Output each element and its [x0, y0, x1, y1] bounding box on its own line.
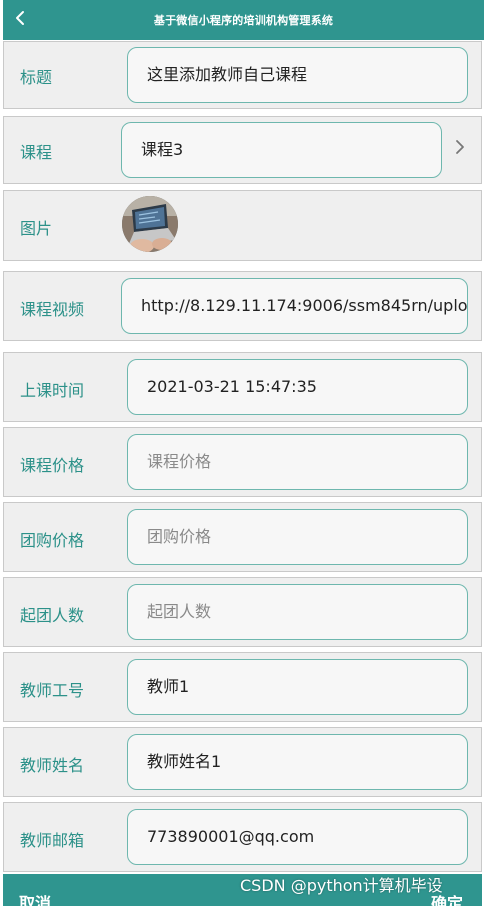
top-navbar: 基于微信小程序的培训机构管理系统	[3, 0, 484, 40]
price-input[interactable]: 课程价格	[127, 434, 468, 490]
form-row-teacher-email: 教师邮箱 773890001@qq.com	[3, 802, 482, 872]
video-label: 课程视频	[20, 300, 85, 319]
teacher-id-label: 教师工号	[20, 681, 85, 700]
form-row-teacher-id: 教师工号 教师1	[3, 652, 482, 722]
class-time-label: 上课时间	[20, 381, 85, 400]
form-row-image: 图片	[3, 190, 482, 261]
form-row-video: 课程视频 http://8.129.11.174:9006/ssm845rn/u…	[3, 271, 482, 341]
form-row-group-price: 团购价格 团购价格	[3, 502, 482, 572]
form-row-class-time: 上课时间 2021-03-21 15:47:35	[3, 352, 482, 422]
course-select[interactable]: 课程3	[121, 122, 442, 178]
title-label: 标题	[20, 68, 53, 87]
group-price-label: 团购价格	[20, 531, 85, 550]
page-title: 基于微信小程序的培训机构管理系统	[153, 14, 334, 27]
teacher-email-input[interactable]: 773890001@qq.com	[127, 809, 468, 865]
laptop-photo-icon[interactable]	[122, 196, 178, 252]
teacher-name-input[interactable]: 教师姓名1	[127, 734, 468, 790]
teacher-id-input[interactable]: 教师1	[127, 659, 468, 715]
watermark-text: CSDN @python计算机毕设	[240, 876, 443, 895]
form-row-title: 标题 这里添加教师自己课程	[3, 41, 482, 109]
form-row-price: 课程价格 课程价格	[3, 427, 482, 497]
price-label: 课程价格	[20, 456, 85, 475]
chevron-right-icon[interactable]	[453, 137, 467, 162]
page: 基于微信小程序的培训机构管理系统 标题 这里添加教师自己课程 课程 课程3 图片	[0, 0, 484, 913]
form-row-teacher-name: 教师姓名 教师姓名1	[3, 727, 482, 797]
class-time-input[interactable]: 2021-03-21 15:47:35	[127, 359, 468, 415]
form-row-course[interactable]: 课程 课程3	[3, 116, 482, 184]
cancel-button[interactable]: 取消	[19, 890, 51, 914]
min-group-input[interactable]: 起团人数	[127, 584, 468, 640]
teacher-email-label: 教师邮箱	[20, 831, 85, 850]
image-label: 图片	[20, 219, 53, 238]
course-label: 课程	[20, 143, 53, 162]
form-row-min-group: 起团人数 起团人数	[3, 577, 482, 647]
min-group-label: 起团人数	[20, 606, 85, 625]
title-input[interactable]: 这里添加教师自己课程	[127, 47, 468, 103]
teacher-name-label: 教师姓名	[20, 756, 85, 775]
group-price-input[interactable]: 团购价格	[127, 509, 468, 565]
video-url-input[interactable]: http://8.129.11.174:9006/ssm845rn/uplo	[121, 278, 468, 334]
